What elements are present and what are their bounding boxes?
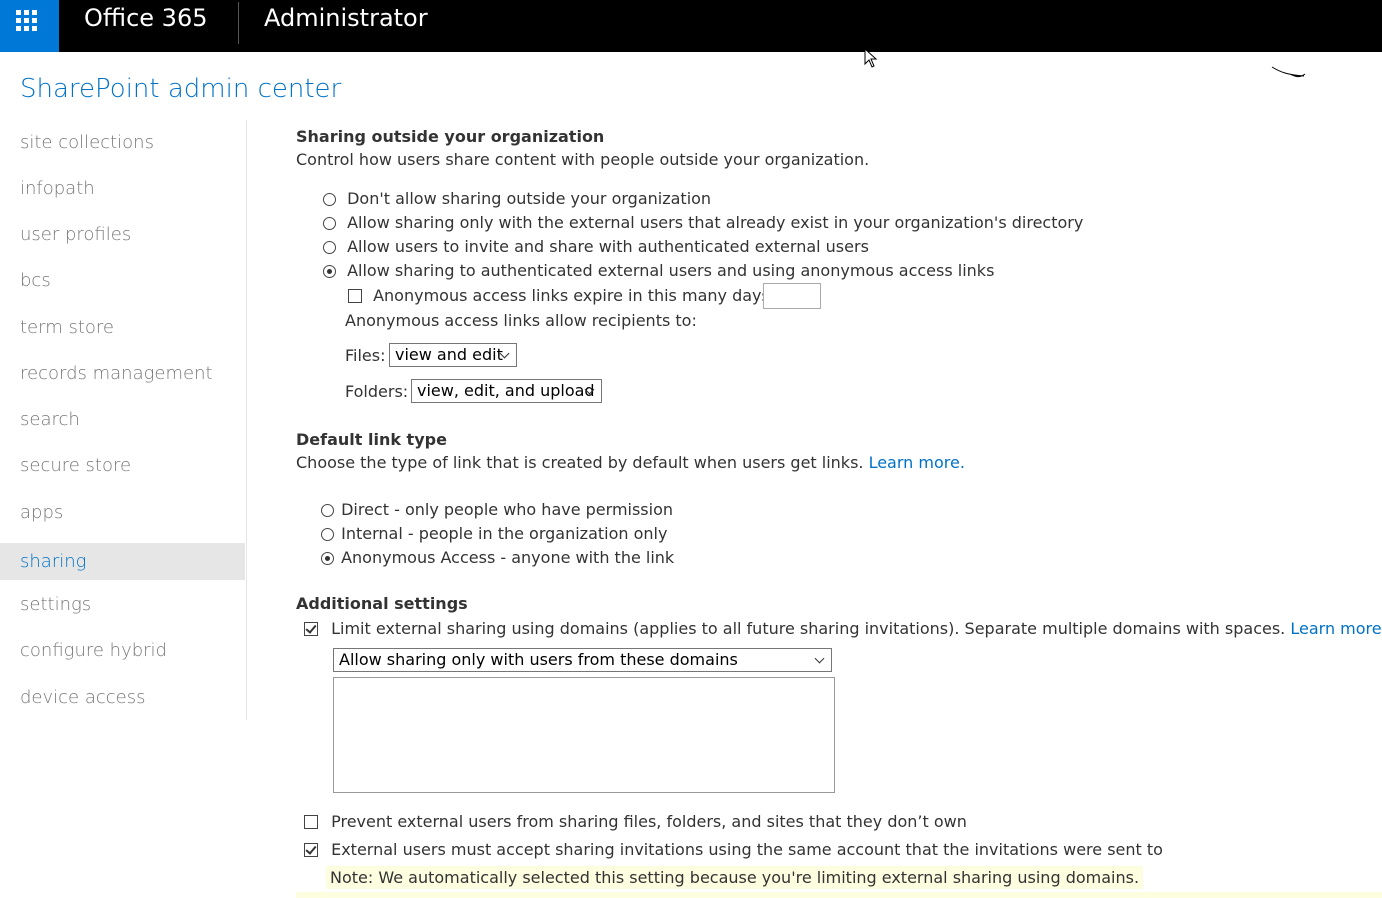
nav-item-apps[interactable]: apps: [0, 494, 245, 531]
learn-more-link[interactable]: Learn more.: [869, 453, 965, 472]
radio-option-direct-link[interactable]: Direct - only people who have permission: [321, 500, 673, 519]
section-description-sharing-outside: Control how users share content with peo…: [296, 150, 870, 169]
topbar-divider: [238, 2, 239, 44]
page-title: SharePoint admin center: [20, 74, 342, 104]
expire-links-option[interactable]: Anonymous access links expire in this ma…: [348, 286, 775, 305]
prevent-resharing-option[interactable]: Prevent external users from sharing file…: [304, 812, 967, 831]
section-heading-sharing-outside: Sharing outside your organization: [296, 127, 605, 146]
main-content: Sharing outside your organization Contro…: [296, 0, 1382, 898]
radio-label: Allow users to invite and share with aut…: [347, 237, 869, 256]
radio-option-anonymous-link[interactable]: Anonymous Access - anyone with the link: [321, 548, 674, 567]
nav-item-configure-hybrid[interactable]: configure hybrid: [0, 632, 245, 669]
chevron-down-icon: [814, 653, 825, 664]
folders-permission-value: view, edit, and upload: [417, 381, 595, 400]
expire-days-input[interactable]: [763, 283, 821, 309]
nav-item-settings[interactable]: settings: [0, 586, 245, 623]
folders-permission-select[interactable]: view, edit, and upload: [411, 379, 602, 403]
same-account-option[interactable]: External users must accept sharing invit…: [304, 840, 1163, 859]
expire-links-checkbox[interactable]: [348, 289, 362, 303]
domains-textarea[interactable]: [333, 677, 835, 793]
radio-button[interactable]: [323, 193, 336, 206]
app-launcher-button[interactable]: [0, 0, 59, 52]
same-account-note: Note: We automatically selected this set…: [326, 866, 1144, 889]
radio-option-no-external-sharing[interactable]: Don't allow sharing outside your organiz…: [323, 189, 711, 208]
radio-label: Allow sharing only with the external use…: [347, 213, 1084, 232]
files-permission-value: view and edit: [395, 345, 503, 364]
limit-domains-label: Limit external sharing using domains (ap…: [331, 619, 1286, 638]
nav-item-search[interactable]: search: [0, 401, 245, 438]
radio-button[interactable]: [321, 504, 334, 517]
nav-item-bcs[interactable]: bcs: [0, 262, 245, 299]
left-nav: site collections infopath user profiles …: [0, 120, 247, 720]
files-permission-select[interactable]: view and edit: [389, 343, 517, 367]
radio-button-selected[interactable]: [323, 265, 336, 278]
radio-button[interactable]: [323, 241, 336, 254]
nav-item-infopath[interactable]: infopath: [0, 170, 245, 207]
brand-name[interactable]: Office 365: [84, 4, 208, 32]
prevent-resharing-label: Prevent external users from sharing file…: [331, 812, 967, 831]
radio-button[interactable]: [321, 528, 334, 541]
learn-more-link[interactable]: Learn more.: [1290, 619, 1382, 638]
nav-item-device-access[interactable]: device access: [0, 679, 245, 716]
nav-item-sharing[interactable]: sharing: [0, 543, 245, 580]
section-heading-default-link: Default link type: [296, 430, 447, 449]
nav-item-term-store[interactable]: term store: [0, 309, 245, 346]
files-label: Files:: [345, 346, 386, 365]
section-description-default-link: Choose the type of link that is created …: [296, 453, 965, 472]
radio-button-selected[interactable]: [321, 552, 334, 565]
limit-domains-option[interactable]: Limit external sharing using domains (ap…: [304, 619, 1382, 638]
radio-option-authenticated-external-users[interactable]: Allow users to invite and share with aut…: [323, 237, 869, 256]
radio-label: Don't allow sharing outside your organiz…: [347, 189, 712, 208]
nav-item-site-collections[interactable]: site collections: [0, 124, 245, 161]
nav-item-records-management[interactable]: records management: [0, 355, 245, 392]
radio-button[interactable]: [323, 217, 336, 230]
domain-mode-select[interactable]: Allow sharing only with users from these…: [333, 648, 832, 672]
section-heading-additional-settings: Additional settings: [296, 594, 468, 613]
prevent-resharing-checkbox[interactable]: [304, 815, 318, 829]
radio-label: Internal - people in the organization on…: [341, 524, 668, 543]
radio-label: Direct - only people who have permission: [341, 500, 674, 519]
nav-item-user-profiles[interactable]: user profiles: [0, 216, 245, 253]
radio-option-existing-external-users[interactable]: Allow sharing only with the external use…: [323, 213, 1083, 232]
folders-label: Folders:: [345, 382, 409, 401]
nav-item-secure-store[interactable]: secure store: [0, 447, 245, 484]
limit-domains-checkbox[interactable]: [304, 622, 318, 636]
app-launcher-icon: [16, 10, 38, 32]
same-account-checkbox[interactable]: [304, 843, 318, 857]
same-account-label: External users must accept sharing invit…: [331, 840, 1163, 859]
radio-label: Allow sharing to authenticated external …: [347, 261, 995, 280]
radio-option-internal-link[interactable]: Internal - people in the organization on…: [321, 524, 667, 543]
note-continuation: [296, 892, 1382, 898]
recipients-label: Anonymous access links allow recipients …: [345, 311, 697, 330]
radio-option-anonymous-links[interactable]: Allow sharing to authenticated external …: [323, 261, 994, 280]
expire-links-label: Anonymous access links expire in this ma…: [373, 286, 776, 305]
domain-mode-value: Allow sharing only with users from these…: [339, 650, 738, 669]
radio-label: Anonymous Access - anyone with the link: [341, 548, 675, 567]
default-link-description-text: Choose the type of link that is created …: [296, 453, 864, 472]
